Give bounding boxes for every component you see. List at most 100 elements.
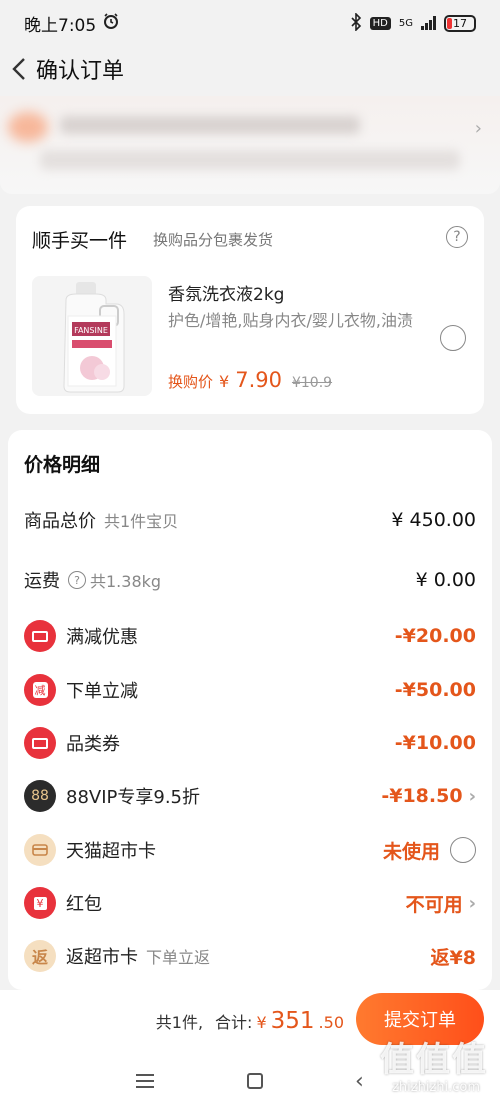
row-value: ¥ 0.00 — [416, 569, 476, 591]
coupon-icon — [24, 727, 56, 759]
price-row-subtotal: 商品总价 共1件宝贝 ¥ 450.00 — [24, 500, 476, 540]
tmall-card-radio[interactable] — [450, 837, 476, 863]
status-left: 晚上7:05 — [24, 11, 120, 36]
price-row-88vip[interactable]: 88 88VIP专享9.5折 -¥18.50 › — [24, 776, 476, 816]
address-line-blur — [60, 116, 360, 134]
price-row-cashback-card: 返 返超市卡 下单立返 返¥8 — [24, 936, 476, 976]
chevron-right-icon: › — [474, 118, 482, 139]
row-value-text: ¥ 0.00 — [415, 569, 476, 591]
price-detail-card: 价格明细 商品总价 共1件宝贝 ¥ 450.00 运费 ? 共1.38kg ¥ … — [8, 430, 492, 990]
coupon-icon — [24, 620, 56, 652]
row-label: 满减优惠 — [66, 627, 138, 648]
cashback-icon: 返 — [24, 940, 56, 972]
watermark: 值值值 — [380, 1040, 488, 1080]
row-value: -¥50.00 — [395, 679, 476, 701]
price-old: ¥10.9 — [291, 375, 333, 391]
row-value-text: -¥20.00 — [394, 625, 476, 647]
status-time: 晚上7:05 — [24, 15, 97, 36]
product-description: 护色/增艳,贴身内衣/婴儿衣物,油渍 — [168, 311, 413, 330]
back-icon[interactable]: ‹ — [355, 1069, 364, 1094]
price-row-full-discount: 满减优惠 -¥20.00 — [24, 616, 476, 656]
row-label: 红包 — [66, 894, 102, 915]
address-card[interactable] — [0, 96, 500, 194]
alarm-icon — [102, 12, 120, 35]
discount-icon: 减 — [24, 674, 56, 706]
row-sub: 共1.38kg — [90, 572, 162, 591]
status-right: HD 5G 17 — [350, 11, 476, 34]
price-row-red-packet[interactable]: ¥ 红包 不可用 › — [24, 883, 476, 923]
status-bar: 晚上7:05 HD 5G 17 — [0, 0, 500, 46]
addon-select-radio[interactable] — [440, 325, 466, 351]
product-price-row: 换购价 ¥ 7.90 ¥10.9 — [168, 368, 332, 392]
addon-card: 顺手买一件 换购品分包裹发货 ? FANSINE 香氛洗衣液2kg 护色/增艳,… — [16, 206, 484, 414]
help-icon[interactable]: ? — [68, 571, 86, 589]
price-row-category-coupon: 品类券 -¥10.00 — [24, 723, 476, 763]
nav-bar: 确认订单 — [0, 46, 500, 92]
red-packet-icon: ¥ — [24, 887, 56, 919]
menu-icon[interactable] — [136, 1074, 155, 1088]
watermark-url: zhizhizhi.com — [392, 1080, 480, 1095]
addon-subtitle: 换购品分包裹发货 — [153, 231, 274, 249]
home-icon[interactable] — [246, 1073, 263, 1089]
total-decimal: .50 — [318, 1013, 344, 1032]
signal-icon — [421, 16, 436, 30]
icon-text: 减 — [32, 682, 48, 698]
battery-icon: 17 — [444, 14, 476, 32]
product-name[interactable]: 香氛洗衣液2kg — [168, 280, 284, 305]
total-currency: ¥ — [256, 1013, 267, 1032]
icon-text: 88 — [31, 788, 49, 804]
hd-badge: HD — [369, 16, 391, 30]
total-line: 共1件, 合计: ¥ 351.50 — [156, 1008, 344, 1034]
address-avatar-blur — [8, 112, 48, 142]
row-value-text: -¥10.00 — [394, 732, 476, 754]
row-value: 不可用 › — [406, 890, 476, 917]
row-label: 返超市卡 — [66, 947, 138, 968]
price-detail-title: 价格明细 — [24, 454, 101, 476]
bluetooth-icon — [350, 11, 362, 34]
network-label: 5G — [398, 17, 413, 29]
total-label: 合计: — [215, 1013, 253, 1032]
row-value: ¥ 450.00 — [391, 509, 476, 531]
row-label: 天猫超市卡 — [66, 841, 156, 862]
page-title: 确认订单 — [36, 59, 125, 84]
chevron-right-icon: › — [468, 785, 476, 807]
battery-level: 17 — [453, 16, 467, 30]
item-count: 共1件, — [155, 1013, 204, 1032]
card-icon — [24, 834, 56, 866]
help-icon[interactable]: ? — [446, 226, 468, 248]
address-line-blur — [40, 150, 460, 170]
row-value: -¥18.50 › — [381, 785, 476, 807]
row-label: 商品总价 — [24, 511, 96, 532]
product-image[interactable]: FANSINE — [32, 276, 152, 396]
icon-text: ¥ — [33, 896, 47, 910]
price-row-instant-discount: 减 下单立减 -¥50.00 — [24, 670, 476, 710]
row-label: 品类券 — [66, 734, 120, 755]
price-value: 7.90 — [235, 368, 282, 392]
row-sub: 下单立返 — [146, 948, 211, 967]
row-value-text: 不可用 — [405, 893, 463, 916]
row-label: 运费 — [24, 571, 60, 592]
icon-text: 返 — [31, 948, 48, 967]
row-value-text: ¥ 450.00 — [391, 509, 476, 531]
row-value: 返¥8 — [431, 943, 476, 970]
row-sub: 共1件宝贝 — [104, 512, 179, 531]
price-row-shipping: 运费 ? 共1.38kg ¥ 0.00 — [24, 560, 476, 600]
row-value: -¥10.00 — [395, 732, 476, 754]
row-value-text: -¥18.50 — [381, 785, 463, 807]
row-value: -¥20.00 — [395, 625, 476, 647]
row-value: 未使用 — [383, 837, 476, 864]
chevron-right-icon: › — [468, 892, 476, 914]
addon-title: 顺手买一件 — [32, 230, 128, 252]
row-value-text: -¥50.00 — [394, 679, 476, 701]
vip-88-icon: 88 — [24, 780, 56, 812]
total-amount: 351 — [270, 1008, 315, 1034]
row-label: 下单立减 — [66, 681, 138, 702]
row-label: 88VIP专享9.5折 — [66, 787, 201, 808]
price-label: 换购价 — [168, 373, 214, 391]
price-row-tmall-card[interactable]: 天猫超市卡 未使用 — [24, 830, 476, 870]
row-value-text: 返¥8 — [430, 946, 476, 969]
row-value-text: 未使用 — [382, 840, 440, 863]
svg-text:FANSINE: FANSINE — [74, 326, 108, 335]
price-currency: ¥ — [219, 372, 230, 391]
back-arrow-icon[interactable] — [6, 54, 32, 84]
